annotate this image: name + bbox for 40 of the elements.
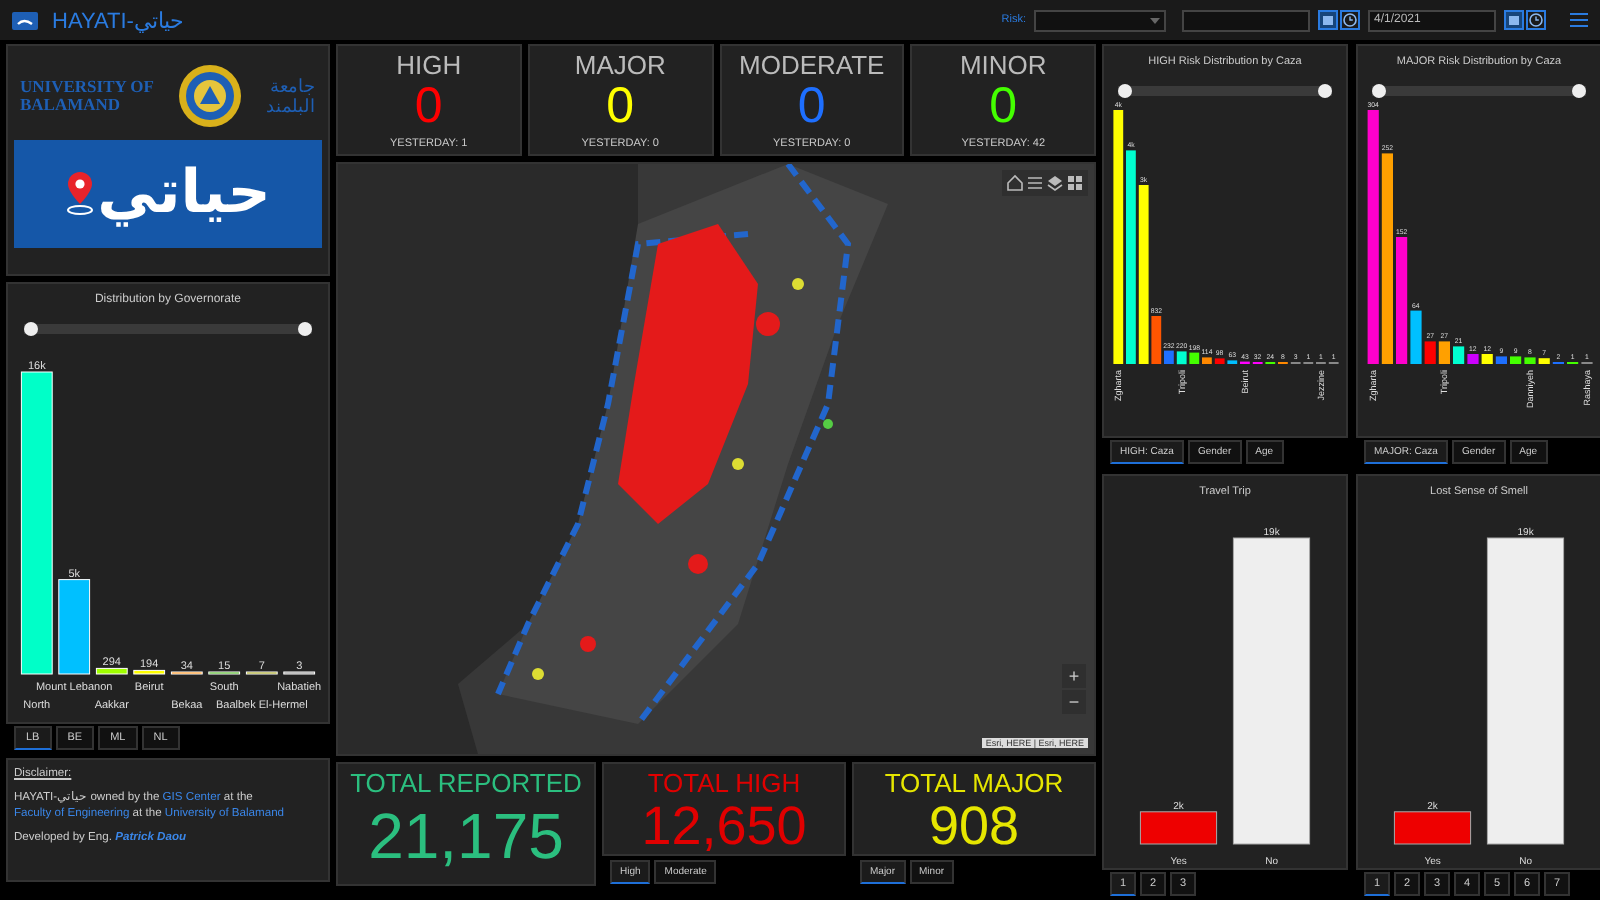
list-icon[interactable] bbox=[1026, 174, 1044, 192]
stat-label: MODERATE bbox=[739, 50, 885, 80]
slider-thumb[interactable] bbox=[1318, 84, 1332, 98]
menu-icon[interactable] bbox=[1570, 12, 1588, 28]
seal-icon bbox=[178, 64, 242, 128]
slider-thumb[interactable] bbox=[1572, 84, 1586, 98]
home-icon[interactable] bbox=[1006, 174, 1024, 192]
zoom-out-button[interactable]: − bbox=[1062, 690, 1086, 714]
total-label: TOTAL MAJOR bbox=[884, 768, 1064, 798]
grid-icon[interactable] bbox=[1066, 174, 1084, 192]
caret-icon bbox=[1150, 17, 1160, 23]
logo-icon bbox=[12, 11, 38, 29]
total-value: 908 bbox=[928, 798, 1020, 856]
calendar-icon[interactable] bbox=[1318, 10, 1338, 30]
university-arabic-name: جامعة البلمند bbox=[266, 76, 316, 116]
university-name: UNIVERSITY OF BALAMAND bbox=[20, 78, 154, 114]
slider-thumb[interactable] bbox=[24, 322, 38, 336]
stat-value: 0 bbox=[414, 80, 443, 134]
start-date-field[interactable] bbox=[1182, 9, 1310, 31]
location-pin-icon bbox=[65, 172, 94, 216]
total-label: TOTAL REPORTED bbox=[350, 768, 582, 798]
stat-label: HIGH bbox=[396, 50, 462, 80]
total-value: 21,175 bbox=[368, 798, 564, 874]
clock-icon[interactable] bbox=[1340, 10, 1360, 30]
layers-icon[interactable] bbox=[1046, 174, 1064, 192]
stat-label: MAJOR bbox=[574, 50, 666, 80]
total-label: TOTAL HIGH bbox=[647, 768, 801, 798]
stat-value: 0 bbox=[797, 80, 826, 134]
slider-thumb[interactable] bbox=[1372, 84, 1386, 98]
stat-value: 0 bbox=[606, 80, 635, 134]
total-value: 12,650 bbox=[641, 798, 807, 856]
zoom-in-button[interactable]: + bbox=[1062, 664, 1086, 688]
slider-thumb[interactable] bbox=[1118, 84, 1132, 98]
stat-label: MINOR bbox=[959, 50, 1047, 80]
calendar-icon[interactable] bbox=[1504, 10, 1524, 30]
slider-thumb[interactable] bbox=[298, 322, 312, 336]
clock-icon[interactable] bbox=[1526, 10, 1546, 30]
app-logo-text: حياتي bbox=[97, 160, 271, 228]
stat-value: 0 bbox=[989, 80, 1018, 134]
app-title: HAYATI-حياتي bbox=[52, 7, 184, 33]
